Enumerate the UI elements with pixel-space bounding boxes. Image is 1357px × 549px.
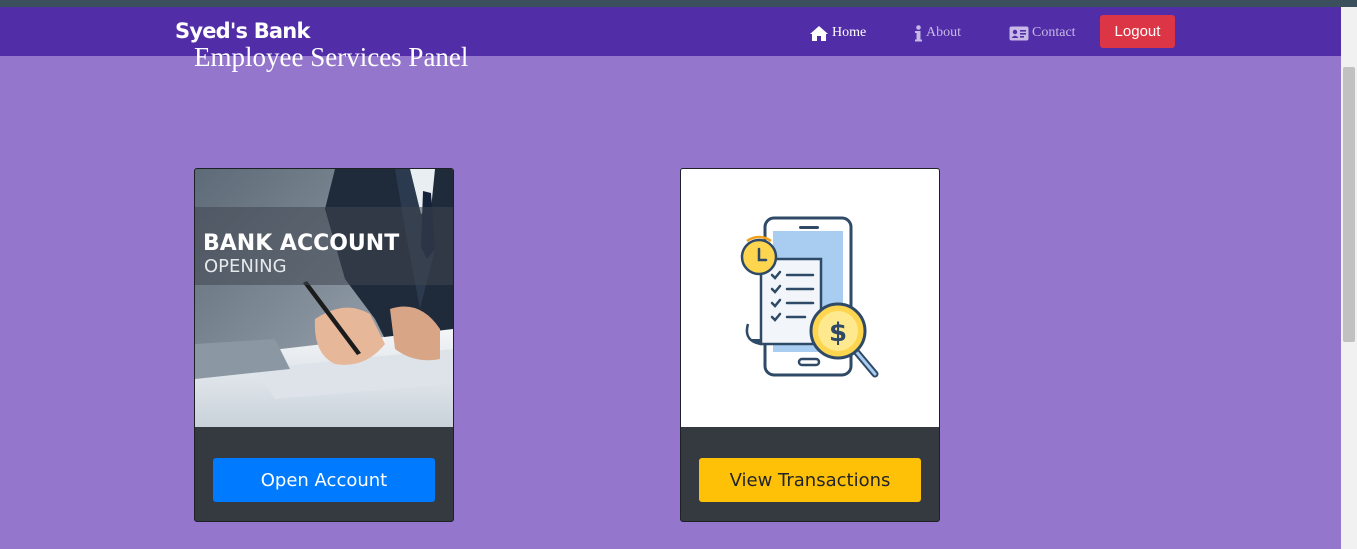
- scrollbar-thumb[interactable]: [1343, 67, 1355, 342]
- image-subheading: OPENING: [204, 256, 287, 277]
- open-account-button[interactable]: Open Account: [213, 458, 435, 502]
- nav-about[interactable]: About: [914, 23, 961, 43]
- nav-contact[interactable]: Contact: [1009, 23, 1076, 43]
- browser-top-strip: [0, 0, 1357, 7]
- image-heading: BANK ACCOUNT: [203, 231, 399, 256]
- nav-contact-label: Contact: [1032, 25, 1076, 40]
- view-transactions-card: $ View Transactions: [680, 168, 940, 522]
- bank-account-opening-image: BANK ACCOUNT OPENING: [195, 169, 453, 427]
- page-title: Employee Services Panel: [194, 42, 469, 72]
- info-icon: [914, 24, 923, 42]
- open-account-card: BANK ACCOUNT OPENING Open Account: [194, 168, 454, 522]
- nav-home-label: Home: [832, 25, 867, 40]
- page-scrollbar[interactable]: [1341, 7, 1357, 549]
- nav-about-label: About: [926, 25, 961, 40]
- svg-text:$: $: [829, 318, 847, 348]
- brand-logo[interactable]: Syed's Bank: [175, 19, 310, 43]
- view-transactions-button[interactable]: View Transactions: [699, 458, 921, 502]
- contact-card-icon: [1009, 26, 1029, 41]
- logout-button[interactable]: Logout: [1100, 15, 1175, 48]
- home-icon: [809, 25, 829, 42]
- mobile-transactions-icon: $: [681, 169, 939, 427]
- nav-home[interactable]: Home: [809, 23, 866, 43]
